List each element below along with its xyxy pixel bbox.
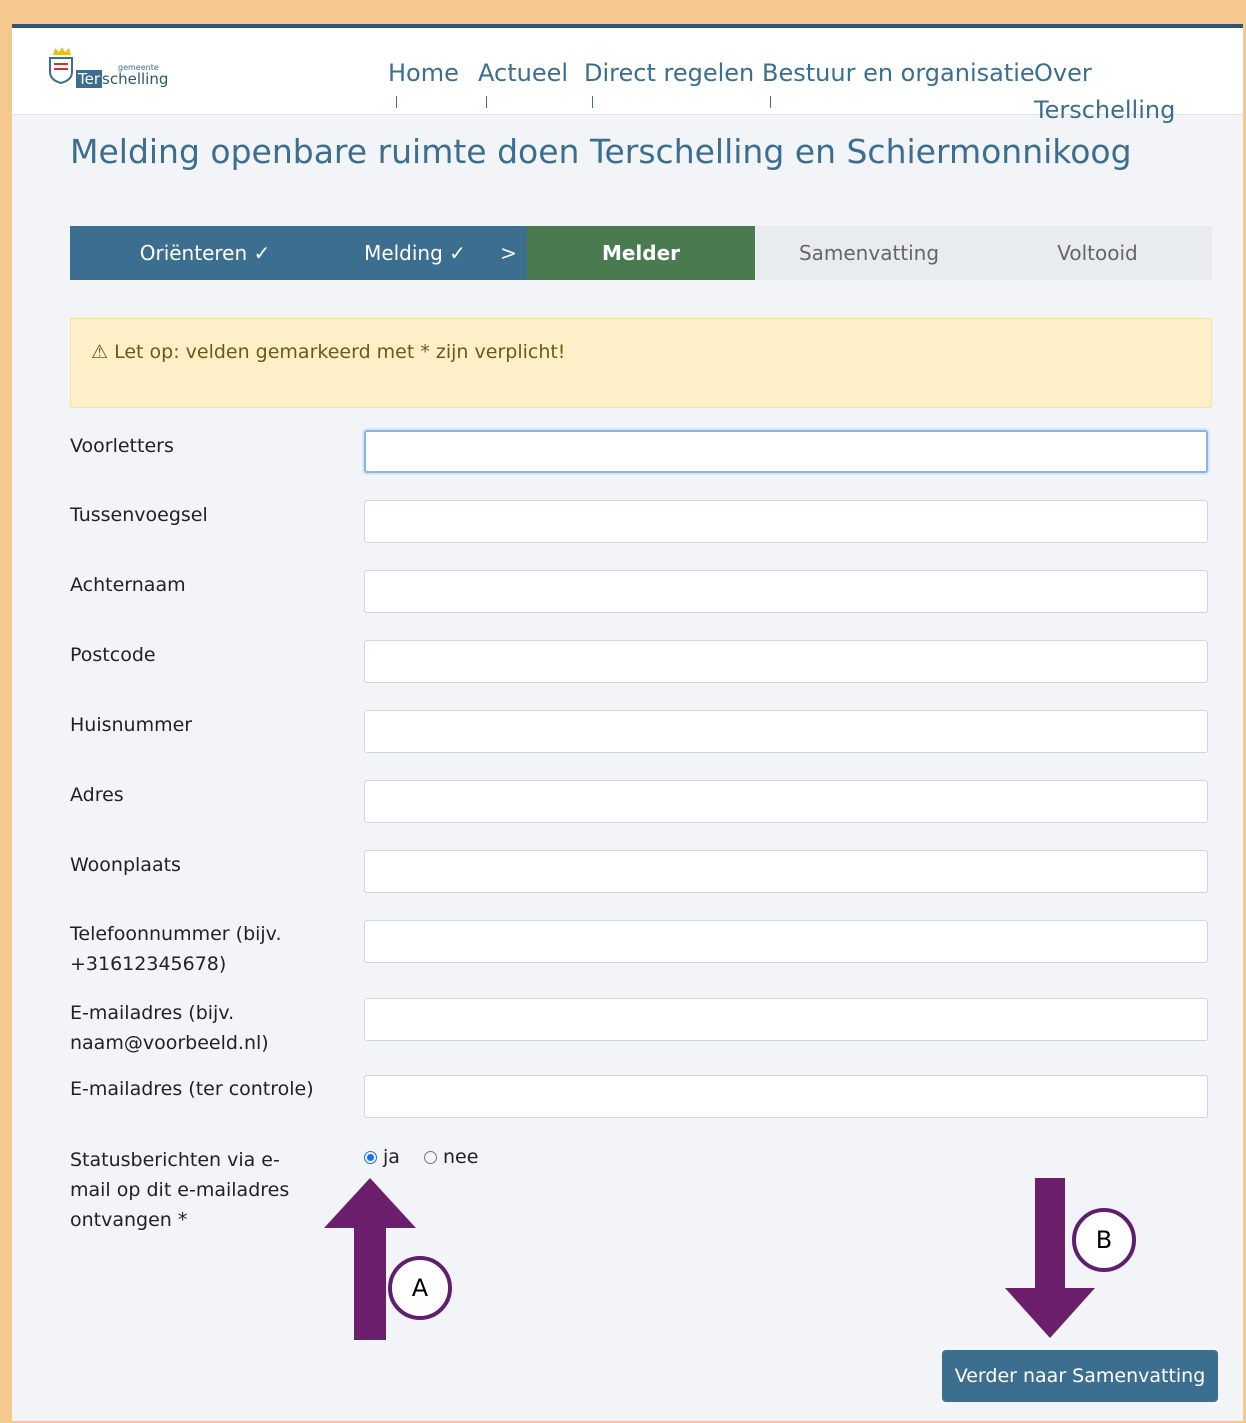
step-voltooid: Voltooid <box>983 226 1212 280</box>
nav-bestuur-en-organisatie[interactable]: Bestuur en organisatie <box>762 55 1035 108</box>
label-voorletters: Voorletters <box>70 435 174 457</box>
chevron-right-icon: > <box>490 226 527 280</box>
page-title: Melding openbare ruimte doen Terschellin… <box>70 132 1132 171</box>
annotation-marker-a: A <box>388 1256 452 1320</box>
top-navigation: gemeente Ter schelling Home Actueel Direc… <box>12 28 1243 124</box>
nav-divider <box>592 96 593 108</box>
annotation-marker-b: B <box>1072 1208 1136 1272</box>
label-emailadres-controle: E-mailadres (ter controle) <box>70 1078 314 1100</box>
telefoonnummer-input[interactable] <box>364 920 1208 963</box>
nav-home[interactable]: Home <box>388 55 459 108</box>
radio-nee[interactable] <box>424 1151 438 1164</box>
nav-divider <box>396 96 397 108</box>
emailadres-input[interactable] <box>364 998 1208 1041</box>
adres-input[interactable] <box>364 780 1208 823</box>
label-statusberichten: Statusberichten via e-mail op dit e-mail… <box>70 1149 290 1231</box>
shield-icon <box>49 57 73 84</box>
label-emailadres: E-mailadres (bijv. naam@voorbeeld.nl) <box>70 1002 269 1054</box>
step-orienteren[interactable]: Oriënteren ✓ <box>70 226 340 280</box>
page-frame: gemeente Ter schelling Home Actueel Direc… <box>12 24 1243 1421</box>
warning-text: ⚠ Let op: velden gemarkeerd met * zijn v… <box>91 341 566 363</box>
nav-divider <box>770 96 771 108</box>
label-woonplaats: Woonplaats <box>70 854 181 876</box>
nav-over-terschelling[interactable]: Over Terschelling <box>1034 55 1175 129</box>
terschelling-logo[interactable]: gemeente Ter schelling <box>46 46 176 94</box>
huisnummer-input[interactable] <box>364 710 1208 753</box>
verder-naar-samenvatting-button[interactable]: Verder naar Samenvatting <box>942 1350 1218 1402</box>
step-samenvatting: Samenvatting <box>755 226 983 280</box>
label-achternaam: Achternaam <box>70 574 186 596</box>
nav-direct-regelen[interactable]: Direct regelen <box>584 55 754 108</box>
woonplaats-input[interactable] <box>364 850 1208 893</box>
step-melder: Melder <box>527 226 755 280</box>
statusberichten-radio-group: ja nee <box>364 1146 478 1168</box>
radio-nee-label[interactable]: nee <box>443 1146 478 1168</box>
step-melding[interactable]: Melding ✓ <box>340 226 490 280</box>
achternaam-input[interactable] <box>364 570 1208 613</box>
label-adres: Adres <box>70 784 124 806</box>
progress-steps: Oriënteren ✓ Melding ✓ > Melder Samenvat… <box>70 226 1212 280</box>
label-telefoonnummer: Telefoonnummer (bijv. +31612345678) <box>70 923 282 975</box>
logo-name: Ter schelling <box>76 70 169 88</box>
required-fields-warning: ⚠ Let op: velden gemarkeerd met * zijn v… <box>70 318 1212 408</box>
label-postcode: Postcode <box>70 644 156 666</box>
radio-ja[interactable] <box>364 1151 377 1164</box>
voorletters-input[interactable] <box>364 430 1208 473</box>
nav-actueel[interactable]: Actueel <box>478 55 568 108</box>
nav-divider <box>486 96 487 108</box>
radio-ja-label[interactable]: ja <box>383 1146 400 1168</box>
emailadres-controle-input[interactable] <box>364 1075 1208 1118</box>
postcode-input[interactable] <box>364 640 1208 683</box>
crown-icon <box>53 47 71 55</box>
label-tussenvoegsel: Tussenvoegsel <box>70 504 208 526</box>
tussenvoegsel-input[interactable] <box>364 500 1208 543</box>
label-huisnummer: Huisnummer <box>70 714 193 736</box>
